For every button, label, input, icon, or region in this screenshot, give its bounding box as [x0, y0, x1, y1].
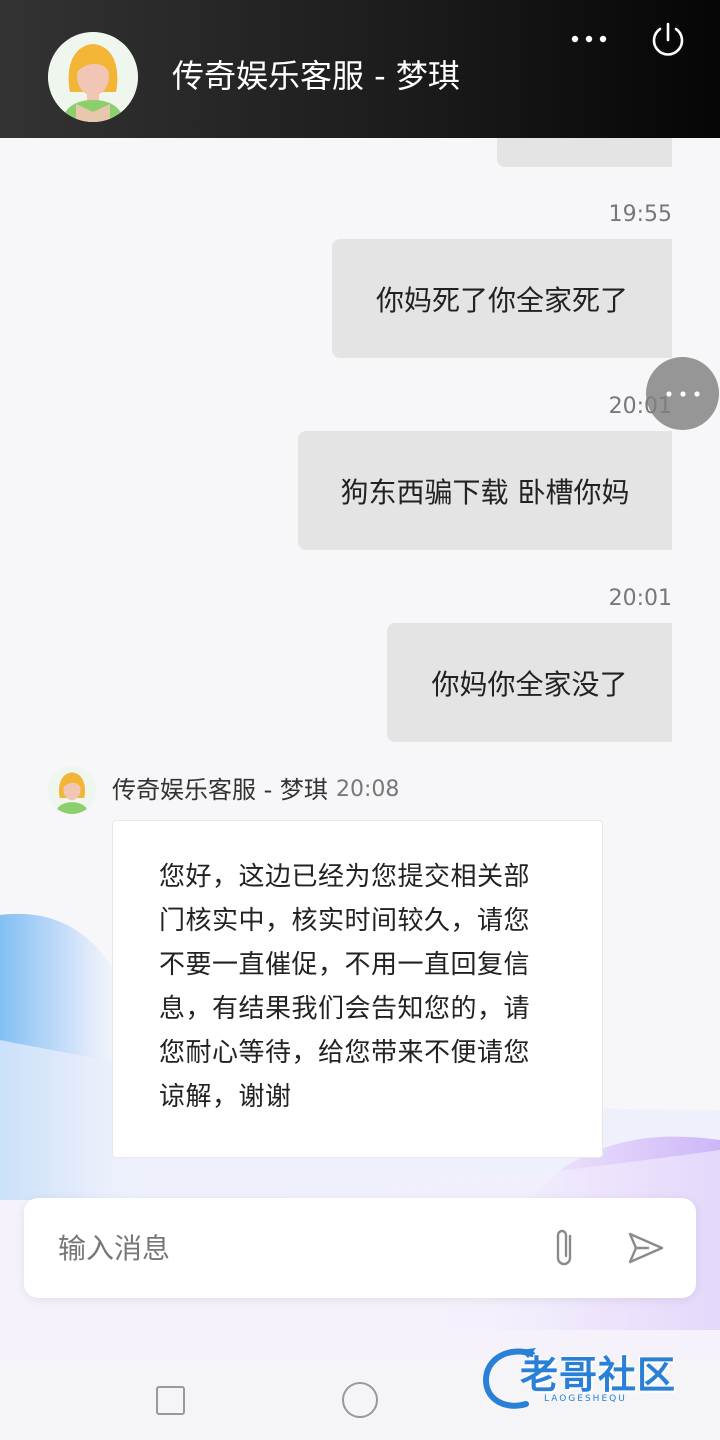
agent-avatar[interactable] [48, 32, 138, 122]
more-options-icon[interactable] [568, 22, 610, 56]
agent-message-time: 20:08 [336, 777, 400, 802]
message-line: 不要一直催促，不用一直回复信 [159, 950, 531, 980]
message-time: 20:01 [608, 586, 672, 611]
more-dots-icon [666, 391, 700, 397]
message-line: 门核实中，核实时间较久，请您 [159, 906, 531, 936]
message-input[interactable] [58, 1224, 498, 1272]
attachment-icon[interactable] [550, 1226, 580, 1270]
message-line: 您耐心等待，给您带来不便请您 [159, 1038, 531, 1068]
message-bubble-outgoing[interactable]: 狗东西骗下载 卧槽你妈 [298, 431, 672, 550]
home-button[interactable] [342, 1382, 378, 1418]
recents-button[interactable] [156, 1386, 185, 1415]
message-bubble-outgoing[interactable]: 你妈死了你全家死了 [332, 239, 672, 358]
watermark-subtext: LAOGESHEQU [544, 1394, 627, 1404]
agent-message-header: 传奇娱乐客服 - 梦琪 20:08 [48, 766, 648, 816]
message-composer [24, 1198, 696, 1298]
power-icon[interactable] [648, 20, 688, 60]
message-bubble-outgoing [497, 138, 672, 167]
message-bubble-incoming[interactable]: 您好，这边已经为您提交相关部 门核实中，核实时间较久，请您 不要一直催促，不用一… [112, 820, 603, 1158]
message-line: 息，有结果我们会告知您的，请 [159, 994, 531, 1024]
agent-name: 传奇娱乐客服 - 梦琪 [112, 776, 328, 804]
floating-menu-button[interactable] [646, 357, 719, 430]
agent-avatar-small[interactable] [48, 766, 96, 814]
message-bubble-outgoing[interactable]: 你妈你全家没了 [387, 623, 672, 742]
watermark-logo: 老哥社区 LAOGESHEQU [480, 1340, 710, 1420]
message-line: 谅解，谢谢 [159, 1082, 292, 1112]
chat-title: 传奇娱乐客服 - 梦琪 [172, 57, 460, 95]
message-line: 您好，这边已经为您提交相关部 [159, 862, 531, 892]
send-icon[interactable] [626, 1228, 666, 1268]
message-time: 19:55 [608, 202, 672, 227]
message-list[interactable]: 19:55 你妈死了你全家死了 20:01 狗东西骗下载 卧槽你妈 20:01 … [0, 138, 720, 1198]
chat-header: 传奇娱乐客服 - 梦琪 [0, 0, 720, 138]
watermark-text: 老哥社区 [520, 1353, 677, 1397]
